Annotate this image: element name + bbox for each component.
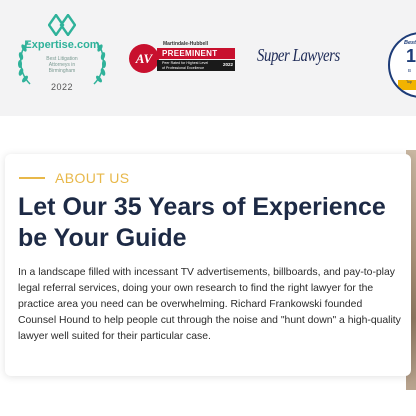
av-logo-icon: AV [129,44,159,73]
about-eyebrow-label: ABOUT US [55,170,130,186]
expertise-line-3: Birmingham [48,68,76,74]
about-title: Let Our 35 Years of Experience be Your G… [18,193,386,252]
about-us-card: ABOUT US Let Our 35 Years of Experience … [5,154,411,376]
martindale-year: 2022 [222,62,233,67]
awards-badges-bar: Expertise.com Best Litigation Attorneys … [0,0,416,116]
martindale-rating: PREEMINENT [157,48,235,59]
about-body-text: In a landscape filled with incessant TV … [18,267,401,342]
martindale-badge[interactable]: Martindale-Hubbell AV PREEMINENT Peer Ra… [129,41,236,74]
martindale-subtitle: Peer Rated for Highest Level of Professi… [157,60,235,71]
expertise-brand: Expertise.com [24,39,100,51]
super-lawyers-badge[interactable]: Super Lawyers [257,45,340,66]
martindale-top-label: Martindale-Hubbell [163,41,209,47]
best-lawyers-bottom: Top [398,80,416,90]
best-lawyers-middle: B [408,68,412,73]
expertise-year: 2022 [50,82,74,92]
best-lawyers-badge[interactable]: Best 10 B Top [388,32,416,98]
best-lawyers-number: 10 [406,46,416,66]
expertise-logo-icon [48,14,76,36]
expertise-badge[interactable]: Expertise.com Best Litigation Attorneys … [14,12,110,98]
about-eyebrow: ABOUT US [19,170,130,186]
eyebrow-accent-line [19,177,45,179]
